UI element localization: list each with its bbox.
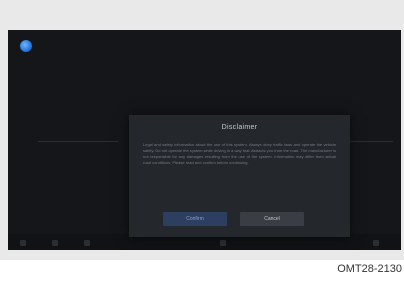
background-divider-left [38, 141, 118, 142]
disclaimer-dialog: Disclaimer Legal and safety information … [129, 115, 350, 237]
bottom-icon [52, 240, 58, 246]
cancel-button[interactable]: Cancel [240, 212, 304, 226]
bottom-icon [20, 240, 26, 246]
confirm-button[interactable]: Confirm [163, 212, 227, 226]
bottom-icon [84, 240, 90, 246]
dialog-body-text: Legal and safety information about the u… [143, 142, 336, 165]
dialog-title: Disclaimer [221, 124, 258, 131]
figure-caption: OMT28-2130 [337, 263, 402, 275]
bottom-icon [220, 240, 226, 246]
app-logo-icon [20, 40, 32, 52]
photo-frame: Disclaimer Legal and safety information … [0, 0, 404, 260]
display-screen: Disclaimer Legal and safety information … [8, 30, 401, 250]
bottom-icon [373, 240, 379, 246]
